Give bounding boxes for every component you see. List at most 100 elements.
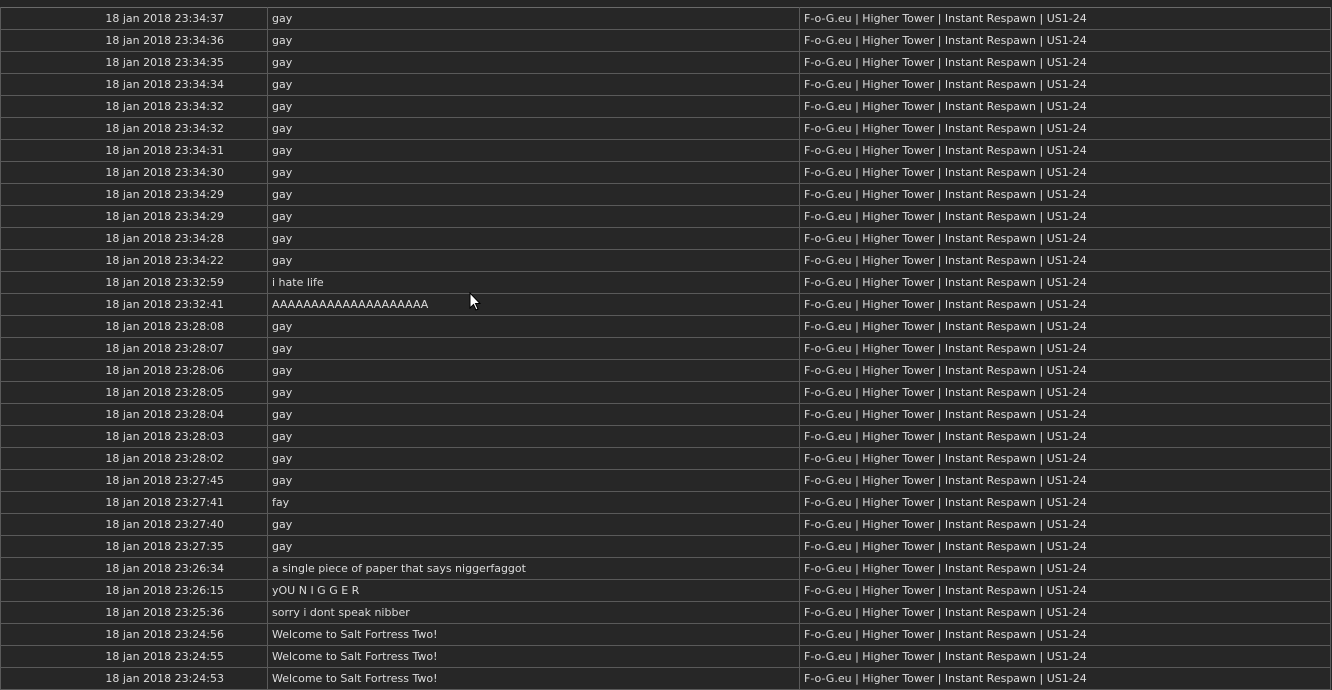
message-cell: fay <box>267 491 800 514</box>
message-cell: gay <box>267 315 800 338</box>
table-row[interactable]: 18 jan 2018 23:24:56 Welcome to Salt Fort… <box>0 623 1331 646</box>
server-cell: F-o-G.eu | Higher Tower | Instant Respaw… <box>799 623 1331 646</box>
server-cell: F-o-G.eu | Higher Tower | Instant Respaw… <box>799 95 1331 118</box>
table-row[interactable]: 18 jan 2018 23:34:34 gay F-o-G.eu | Higher… <box>0 73 1331 96</box>
table-row[interactable]: 18 jan 2018 23:28:04 gay F-o-G.eu | Higher… <box>0 403 1331 426</box>
server-cell: F-o-G.eu | Higher Tower | Instant Respaw… <box>799 579 1331 602</box>
table-row[interactable]: 18 jan 2018 23:25:36 sorry i dont speak n… <box>0 601 1331 624</box>
timestamp-cell: 18 jan 2018 23:27:45 <box>0 469 268 492</box>
table-row[interactable]: 18 jan 2018 23:28:02 gay F-o-G.eu | Higher… <box>0 447 1331 470</box>
timestamp-cell: 18 jan 2018 23:28:04 <box>0 403 268 426</box>
table-row[interactable]: 18 jan 2018 23:26:34 a single piece of pa… <box>0 557 1331 580</box>
timestamp-cell: 18 jan 2018 23:34:30 <box>0 161 268 184</box>
timestamp-cell: 18 jan 2018 23:34:37 <box>0 7 268 30</box>
timestamp-cell: 18 jan 2018 23:34:32 <box>0 117 268 140</box>
message-cell: gay <box>267 139 800 162</box>
table-row[interactable]: 18 jan 2018 23:34:37 gay F-o-G.eu | Higher… <box>0 7 1331 30</box>
message-cell: gay <box>267 161 800 184</box>
server-cell: F-o-G.eu | Higher Tower | Instant Respaw… <box>799 491 1331 514</box>
table-row[interactable]: 18 jan 2018 23:34:28 gay F-o-G.eu | Higher… <box>0 227 1331 250</box>
message-cell: i hate life <box>267 271 800 294</box>
table-row[interactable]: 18 jan 2018 23:24:53 Welcome to Salt Fort… <box>0 667 1331 690</box>
table-row[interactable]: 18 jan 2018 23:24:55 Welcome to Salt Fort… <box>0 645 1331 668</box>
table-row[interactable]: 18 jan 2018 23:28:05 gay F-o-G.eu | Higher… <box>0 381 1331 404</box>
server-cell: F-o-G.eu | Higher Tower | Instant Respaw… <box>799 381 1331 404</box>
timestamp-cell: 18 jan 2018 23:28:02 <box>0 447 268 470</box>
table-row[interactable]: 18 jan 2018 23:28:03 gay F-o-G.eu | Higher… <box>0 425 1331 448</box>
message-cell: gay <box>267 51 800 74</box>
timestamp-cell: 18 jan 2018 23:27:41 <box>0 491 268 514</box>
timestamp-cell: 18 jan 2018 23:24:53 <box>0 667 268 690</box>
server-cell: F-o-G.eu | Higher Tower | Instant Respaw… <box>799 227 1331 250</box>
timestamp-cell: 18 jan 2018 23:32:41 <box>0 293 268 316</box>
message-cell: gay <box>267 381 800 404</box>
server-cell: F-o-G.eu | Higher Tower | Instant Respaw… <box>799 7 1331 30</box>
message-cell: gay <box>267 337 800 360</box>
timestamp-cell: 18 jan 2018 23:27:40 <box>0 513 268 536</box>
timestamp-cell: 18 jan 2018 23:34:32 <box>0 95 268 118</box>
table-row[interactable]: 18 jan 2018 23:34:31 gay F-o-G.eu | Higher… <box>0 139 1331 162</box>
server-cell: F-o-G.eu | Higher Tower | Instant Respaw… <box>799 51 1331 74</box>
server-cell: F-o-G.eu | Higher Tower | Instant Respaw… <box>799 271 1331 294</box>
message-cell: gay <box>267 7 800 30</box>
server-cell: F-o-G.eu | Higher Tower | Instant Respaw… <box>799 73 1331 96</box>
server-cell: F-o-G.eu | Higher Tower | Instant Respaw… <box>799 117 1331 140</box>
server-cell: F-o-G.eu | Higher Tower | Instant Respaw… <box>799 645 1331 668</box>
message-cell: gay <box>267 205 800 228</box>
server-cell: F-o-G.eu | Higher Tower | Instant Respaw… <box>799 447 1331 470</box>
table-row[interactable]: 18 jan 2018 23:34:22 gay F-o-G.eu | Higher… <box>0 249 1331 272</box>
message-cell: Welcome to Salt Fortress Two! <box>267 667 800 690</box>
message-cell: yOU N I G G E R <box>267 579 800 602</box>
server-cell: F-o-G.eu | Higher Tower | Instant Respaw… <box>799 403 1331 426</box>
table-row[interactable]: 18 jan 2018 23:28:08 gay F-o-G.eu | Higher… <box>0 315 1331 338</box>
table-row[interactable]: 18 jan 2018 23:27:45 gay F-o-G.eu | Higher… <box>0 469 1331 492</box>
message-cell: gay <box>267 513 800 536</box>
table-row[interactable]: 18 jan 2018 23:26:15 yOU N I G G E R F-o-G… <box>0 579 1331 602</box>
timestamp-cell: 18 jan 2018 23:27:35 <box>0 535 268 558</box>
message-cell: gay <box>267 29 800 52</box>
message-cell: gay <box>267 95 800 118</box>
timestamp-cell: 18 jan 2018 23:34:35 <box>0 51 268 74</box>
table-row[interactable]: 18 jan 2018 23:34:32 gay F-o-G.eu | Higher… <box>0 117 1331 140</box>
message-cell: sorry i dont speak nibber <box>267 601 800 624</box>
timestamp-cell: 18 jan 2018 23:26:15 <box>0 579 268 602</box>
server-cell: F-o-G.eu | Higher Tower | Instant Respaw… <box>799 161 1331 184</box>
message-cell: gay <box>267 117 800 140</box>
table-row[interactable]: 18 jan 2018 23:27:35 gay F-o-G.eu | Higher… <box>0 535 1331 558</box>
timestamp-cell: 18 jan 2018 23:28:03 <box>0 425 268 448</box>
timestamp-cell: 18 jan 2018 23:28:06 <box>0 359 268 382</box>
timestamp-cell: 18 jan 2018 23:28:07 <box>0 337 268 360</box>
server-cell: F-o-G.eu | Higher Tower | Instant Respaw… <box>799 183 1331 206</box>
chat-log-table: 18 jan 2018 23:34:37 gay F-o-G.eu | Higher… <box>0 7 1331 690</box>
timestamp-cell: 18 jan 2018 23:24:55 <box>0 645 268 668</box>
timestamp-cell: 18 jan 2018 23:34:36 <box>0 29 268 52</box>
table-row[interactable]: 18 jan 2018 23:34:32 gay F-o-G.eu | Higher… <box>0 95 1331 118</box>
timestamp-cell: 18 jan 2018 23:25:36 <box>0 601 268 624</box>
server-cell: F-o-G.eu | Higher Tower | Instant Respaw… <box>799 29 1331 52</box>
table-row[interactable]: 18 jan 2018 23:34:36 gay F-o-G.eu | Higher… <box>0 29 1331 52</box>
table-row[interactable]: 18 jan 2018 23:28:06 gay F-o-G.eu | Higher… <box>0 359 1331 382</box>
table-row[interactable]: 18 jan 2018 23:27:41 fay F-o-G.eu | Higher… <box>0 491 1331 514</box>
server-cell: F-o-G.eu | Higher Tower | Instant Respaw… <box>799 249 1331 272</box>
table-row[interactable]: 18 jan 2018 23:34:35 gay F-o-G.eu | Higher… <box>0 51 1331 74</box>
table-row[interactable]: 18 jan 2018 23:34:29 gay F-o-G.eu | Higher… <box>0 205 1331 228</box>
server-cell: F-o-G.eu | Higher Tower | Instant Respaw… <box>799 139 1331 162</box>
table-row[interactable]: 18 jan 2018 23:28:07 gay F-o-G.eu | Higher… <box>0 337 1331 360</box>
timestamp-cell: 18 jan 2018 23:28:05 <box>0 381 268 404</box>
message-cell: gay <box>267 249 800 272</box>
table-row[interactable]: 18 jan 2018 23:34:29 gay F-o-G.eu | Higher… <box>0 183 1331 206</box>
server-cell: F-o-G.eu | Higher Tower | Instant Respaw… <box>799 535 1331 558</box>
table-row[interactable]: 18 jan 2018 23:32:41 AAAAAAAAAAAAAAAAAAAA… <box>0 293 1331 316</box>
table-row[interactable]: 18 jan 2018 23:27:40 gay F-o-G.eu | Higher… <box>0 513 1331 536</box>
server-cell: F-o-G.eu | Higher Tower | Instant Respaw… <box>799 601 1331 624</box>
timestamp-cell: 18 jan 2018 23:26:34 <box>0 557 268 580</box>
server-cell: F-o-G.eu | Higher Tower | Instant Respaw… <box>799 337 1331 360</box>
server-cell: F-o-G.eu | Higher Tower | Instant Respaw… <box>799 315 1331 338</box>
table-row[interactable]: 18 jan 2018 23:34:30 gay F-o-G.eu | Higher… <box>0 161 1331 184</box>
message-cell: gay <box>267 425 800 448</box>
server-cell: F-o-G.eu | Higher Tower | Instant Respaw… <box>799 205 1331 228</box>
table-row[interactable]: 18 jan 2018 23:32:59 i hate life F-o-G.eu … <box>0 271 1331 294</box>
message-cell: gay <box>267 403 800 426</box>
server-cell: F-o-G.eu | Higher Tower | Instant Respaw… <box>799 293 1331 316</box>
message-cell: gay <box>267 359 800 382</box>
